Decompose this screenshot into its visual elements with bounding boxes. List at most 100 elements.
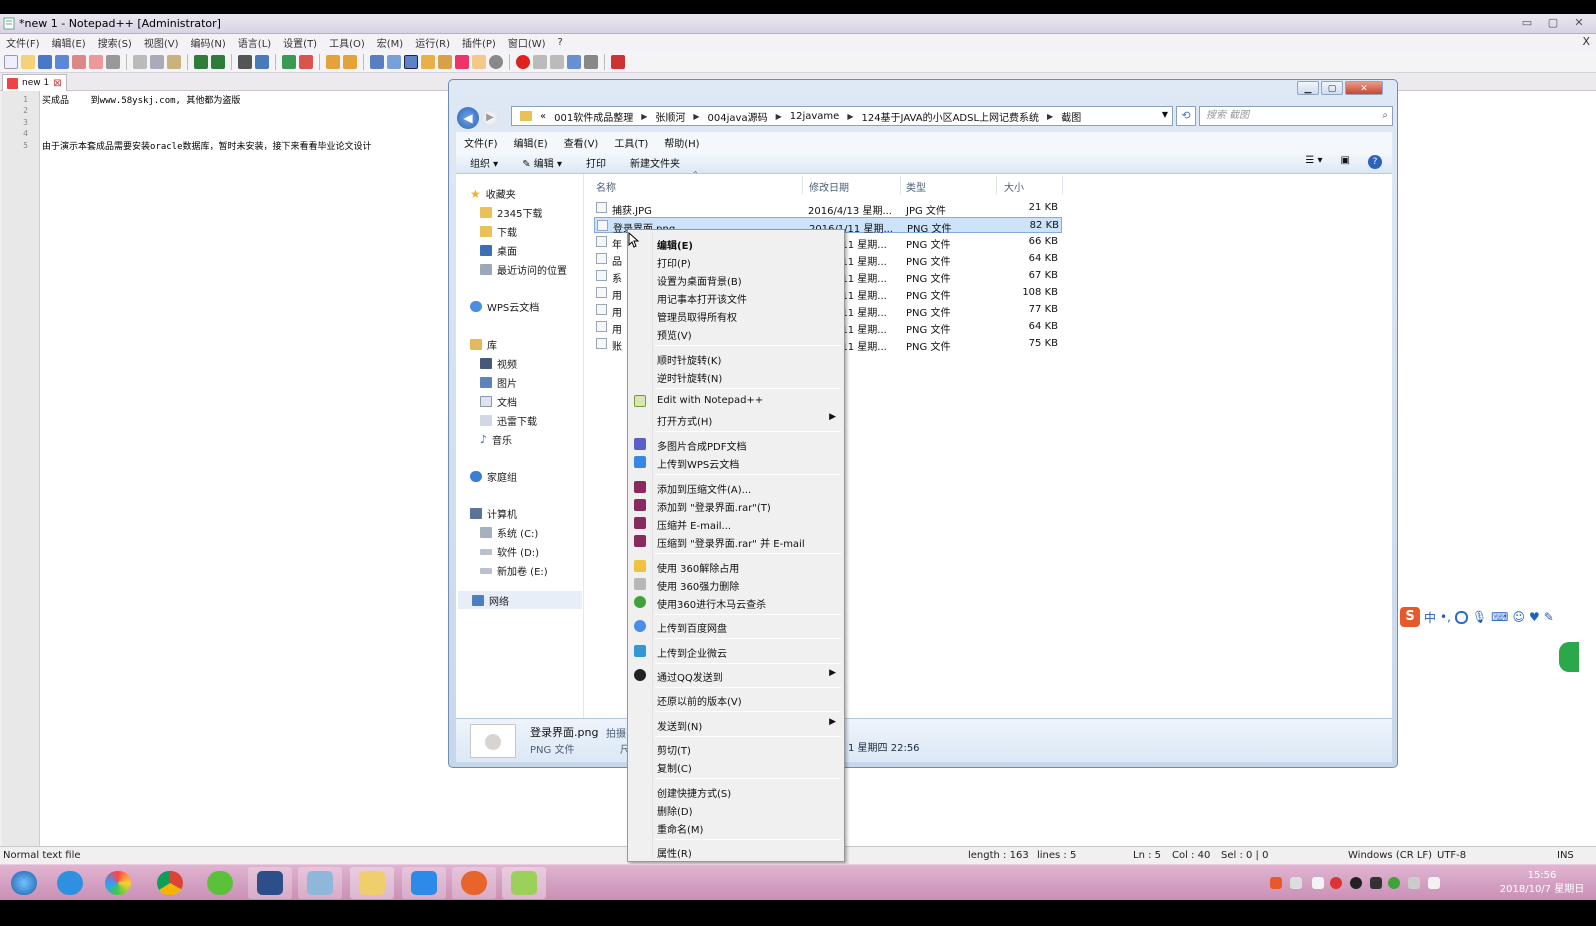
ctx-edit[interactable]: 编辑(E)	[628, 234, 844, 252]
antivirus-icon[interactable]	[1330, 877, 1342, 889]
network-tray-icon[interactable]	[1408, 877, 1420, 889]
nav-drive-d[interactable]: 软件 (D:)	[480, 544, 539, 559]
ctx-copy[interactable]: 复制(C)	[628, 757, 844, 775]
sync-h-icon[interactable]	[343, 54, 357, 69]
ctx-360-unlock[interactable]: 使用 360解除占用	[628, 557, 844, 575]
menu-edit[interactable]: 编辑(E)	[46, 35, 92, 50]
cut-icon[interactable]	[133, 54, 147, 69]
nav-videos[interactable]: 视频	[480, 356, 517, 371]
ime-punctuation-icon[interactable]: •,	[1440, 610, 1451, 624]
new-folder-button[interactable]: 新建文件夹	[630, 155, 680, 170]
taskbar-media[interactable]	[452, 867, 496, 899]
nav-desktop[interactable]: 桌面	[480, 243, 517, 258]
function-list-icon[interactable]	[455, 54, 469, 69]
nav-documents[interactable]: 文档	[480, 394, 517, 409]
menu-search[interactable]: 搜索(S)	[92, 35, 138, 50]
breadcrumb-item[interactable]: 张顺河	[655, 109, 685, 124]
maximize-icon[interactable]: ▢	[1544, 16, 1562, 29]
nav-downloads[interactable]: 下载	[480, 224, 517, 239]
back-arrow-icon[interactable]: ◀	[457, 107, 479, 129]
monitor-icon[interactable]	[489, 54, 503, 69]
menu-file[interactable]: 文件(F)	[0, 35, 46, 50]
chevron-right-icon[interactable]: ▶	[776, 112, 782, 121]
ime-tray-icon[interactable]	[1290, 877, 1302, 889]
menu-plugins[interactable]: 插件(P)	[456, 35, 502, 50]
ex-menu-tools[interactable]: 工具(T)	[614, 135, 648, 150]
ctx-preview[interactable]: 预览(V)	[628, 324, 844, 342]
taskbar-ie[interactable]	[48, 867, 92, 899]
help-icon[interactable]: ?	[1368, 155, 1382, 169]
ctx-print[interactable]: 打印(P)	[628, 252, 844, 270]
taskbar-notepadpp[interactable]	[502, 867, 546, 899]
usb-icon[interactable]	[1312, 877, 1324, 889]
breadcrumb-overflow[interactable]: «	[540, 111, 546, 122]
nav-music[interactable]: ♪ 音乐	[480, 432, 512, 447]
doc-map-icon[interactable]	[438, 54, 452, 69]
undo-icon[interactable]	[194, 54, 208, 69]
ctx-360-trojan-scan[interactable]: 使用360进行木马云查杀	[628, 593, 844, 611]
ctx-rotate-clockwise[interactable]: 顺时针旋转(K)	[628, 349, 844, 367]
lang-udl-icon[interactable]	[421, 54, 435, 69]
print-button[interactable]: 打印	[586, 155, 606, 170]
tab-new-1[interactable]: new 1 ⊠	[2, 74, 67, 91]
nav-homegroup[interactable]: 家庭组	[470, 469, 517, 484]
close-all-icon[interactable]	[89, 54, 103, 69]
refresh-icon[interactable]: ⟲	[1176, 106, 1196, 126]
close-icon[interactable]: ✕	[1570, 16, 1588, 29]
taskbar-chrome[interactable]	[148, 867, 192, 899]
ex-close-icon[interactable]: ✕	[1345, 81, 1383, 95]
menu-encoding[interactable]: 编码(N)	[185, 35, 232, 50]
copy-icon[interactable]	[150, 54, 164, 69]
play-macro-icon[interactable]	[550, 54, 564, 69]
ctx-rename[interactable]: 重命名(M)	[628, 818, 844, 836]
preview-pane-icon[interactable]: ▣	[1341, 155, 1350, 169]
file-row[interactable]: 捕获.JPG 2016/4/13 星期... JPG 文件 21 KB	[594, 200, 1062, 217]
ctx-restore-previous[interactable]: 还原以前的版本(V)	[628, 690, 844, 708]
col-date[interactable]: 修改日期	[809, 179, 849, 194]
edit-button[interactable]: ✎ 编辑 ▾	[522, 155, 562, 170]
nav-drive-e[interactable]: 新加卷 (E:)	[480, 563, 548, 578]
ctx-open-with[interactable]: 打开方式(H) ▶	[628, 410, 844, 428]
tools-icon[interactable]: ✎	[1544, 610, 1554, 624]
ctx-send-via-qq[interactable]: 通过QQ发送到 ▶	[628, 666, 844, 684]
volume-icon[interactable]	[1428, 877, 1440, 889]
microphone-icon[interactable]: 🎙︎	[1472, 610, 1487, 624]
ctx-add-to-rar[interactable]: 添加到 "登录界面.rar"(T)	[628, 496, 844, 514]
ctx-take-ownership[interactable]: 管理员取得所有权	[628, 306, 844, 324]
ex-maximize-icon[interactable]: ▢	[1321, 81, 1343, 95]
chevron-right-icon[interactable]: ▶	[693, 112, 699, 121]
taskbar-app-colorful[interactable]	[96, 867, 140, 899]
zoom-in-icon[interactable]	[282, 54, 296, 69]
nav-wps-cloud[interactable]: WPS云文档	[470, 299, 539, 314]
ctx-upload-weiyun[interactable]: 上传到企业微云	[628, 642, 844, 660]
breadcrumb-item[interactable]: 12javame	[790, 111, 840, 122]
nav-2345-download[interactable]: 2345下载	[480, 205, 542, 220]
spellcheck-icon[interactable]	[611, 54, 625, 69]
nav-thunder-download[interactable]: 迅雷下载	[480, 413, 537, 428]
ctx-set-desktop-bg[interactable]: 设置为桌面背景(B)	[628, 270, 844, 288]
ctx-rotate-counterclockwise[interactable]: 逆时针旋转(N)	[628, 367, 844, 385]
ctx-edit-with-notepadpp[interactable]: Edit with Notepad++	[628, 392, 844, 410]
taskbar-green-app[interactable]	[198, 867, 242, 899]
indent-guide-icon[interactable]	[404, 54, 418, 69]
chevron-down-icon[interactable]: ▼	[1162, 110, 1168, 119]
forward-arrow-icon[interactable]: ▶	[481, 109, 499, 127]
keyboard-icon[interactable]: ⌨	[1491, 610, 1508, 624]
show-all-chars-icon[interactable]	[387, 54, 401, 69]
menu-help[interactable]: ?	[552, 37, 569, 48]
new-file-icon[interactable]	[4, 54, 18, 69]
print-icon[interactable]	[106, 54, 120, 69]
redo-icon[interactable]	[211, 54, 225, 69]
breadcrumb-item[interactable]: 截图	[1061, 109, 1081, 124]
ctx-upload-wps[interactable]: 上传到WPS云文档	[628, 453, 844, 471]
menu-window[interactable]: 窗口(W)	[502, 35, 552, 50]
menu-run[interactable]: 运行(R)	[409, 35, 456, 50]
save-all-icon[interactable]	[55, 54, 69, 69]
organize-button[interactable]: 组织 ▾	[470, 155, 498, 170]
save-macro-icon[interactable]	[584, 54, 598, 69]
nav-network[interactable]: 网络	[458, 591, 582, 609]
nav-recent-places[interactable]: 最近访问的位置	[480, 262, 567, 277]
ctx-upload-baidu[interactable]: 上传到百度网盘	[628, 617, 844, 635]
user-icon[interactable]: ☺	[1512, 610, 1525, 624]
breadcrumb-item[interactable]: 124基于JAVA的小区ADSL上网记费系统	[861, 109, 1039, 124]
